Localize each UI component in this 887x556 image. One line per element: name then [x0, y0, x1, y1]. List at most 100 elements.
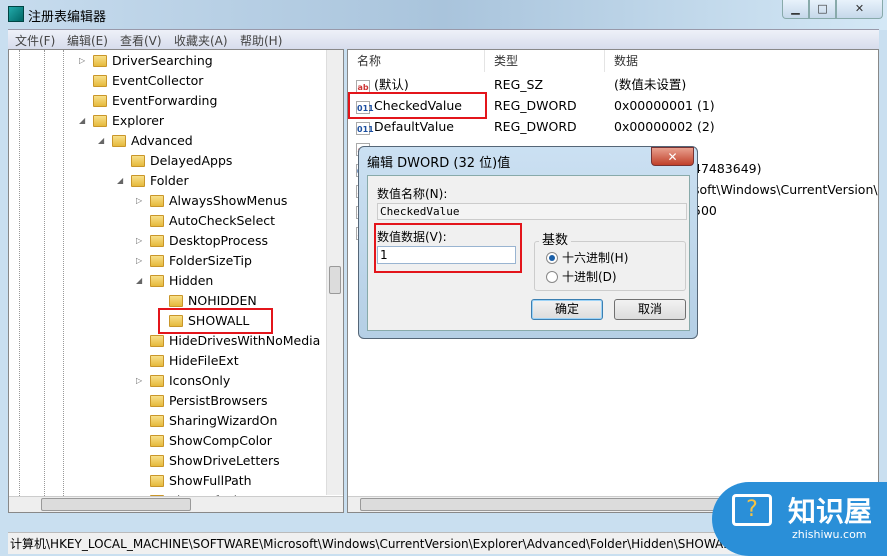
column-header-type[interactable]: 类型 [485, 50, 605, 72]
radio-hex[interactable]: 十六进制(H) [546, 249, 628, 266]
ok-button[interactable]: 确定 [531, 299, 603, 320]
minimize-button[interactable]: ▁ [782, 0, 809, 19]
folder-icon [150, 395, 164, 407]
tree-item[interactable]: ◢ Advanced [98, 131, 193, 151]
collapse-arrow-icon[interactable]: ◢ [79, 111, 85, 131]
folder-icon [150, 235, 164, 247]
folder-icon [131, 155, 145, 167]
collapse-arrow-icon[interactable]: ◢ [136, 271, 142, 291]
folder-icon [150, 455, 164, 467]
radio-hex-label: 十六进制(H) [562, 251, 629, 265]
tree-item-label: ShowDriveLetters [169, 453, 280, 468]
tree-item-label: EventForwarding [112, 93, 218, 108]
tree-item-label: Advanced [131, 133, 193, 148]
column-header-data[interactable]: 数据 [605, 50, 878, 72]
cancel-button[interactable]: 取消 [614, 299, 686, 320]
tree-item[interactable]: SharingWizardOn [150, 411, 277, 431]
folder-icon [150, 195, 164, 207]
tree-item[interactable]: EventCollector [93, 71, 203, 91]
close-button[interactable]: ✕ [836, 0, 883, 19]
tree-item[interactable]: ShowFullPath [150, 471, 252, 491]
radio-dec[interactable]: 十进制(D) [546, 268, 617, 285]
highlight-showall [158, 308, 273, 334]
collapse-arrow-icon[interactable]: ◢ [117, 171, 123, 191]
folder-icon [150, 375, 164, 387]
radio-dec-label: 十进制(D) [562, 270, 617, 284]
tree-item[interactable]: HideFileExt [150, 351, 239, 371]
tree-item-label: PersistBrowsers [169, 393, 268, 408]
tree-item[interactable]: ▷ AlwaysShowMenus [136, 191, 288, 211]
radio-dec-icon [546, 271, 558, 283]
tree-horizontal-scrollbar[interactable] [9, 496, 343, 512]
collapse-arrow-icon[interactable]: ◢ [98, 131, 104, 151]
menu-edit[interactable]: 编辑(E) [67, 32, 108, 49]
menu-file[interactable]: 文件(F) [15, 32, 55, 49]
edit-dword-dialog: 编辑 DWORD (32 位)值 ✕ 数值名称(N): CheckedValue… [358, 146, 698, 339]
tree-item-label: ShowFullPath [169, 473, 252, 488]
tree-item[interactable]: AutoCheckSelect [150, 211, 275, 231]
tree-item-label: AlwaysShowMenus [169, 193, 288, 208]
folder-icon [150, 275, 164, 287]
column-header-name[interactable]: 名称 [348, 50, 485, 72]
folder-icon [150, 415, 164, 427]
menu-favorites[interactable]: 收藏夹(A) [174, 32, 228, 49]
tree-item[interactable]: ▷ DesktopProcess [136, 231, 268, 251]
value-name: DefaultValue [374, 119, 454, 134]
tree-item[interactable]: ◢ Explorer [79, 111, 164, 131]
tree-item-label: Folder [150, 173, 189, 188]
tree-item[interactable]: ShowDriveLetters [150, 451, 280, 471]
tree-vertical-scrollbar[interactable] [326, 50, 343, 495]
dialog-title: 编辑 DWORD (32 位)值 [367, 156, 511, 171]
watermark-brand: 知识屋 [788, 495, 873, 528]
menu-bar: 文件(F) 编辑(E) 查看(V) 收藏夹(A) 帮助(H) [8, 29, 879, 49]
menu-help[interactable]: 帮助(H) [240, 32, 282, 49]
expand-arrow-icon[interactable]: ▷ [136, 371, 142, 391]
tree-item[interactable]: EventForwarding [93, 91, 217, 111]
tree-item[interactable]: DelayedApps [131, 151, 232, 171]
expand-arrow-icon[interactable]: ▷ [79, 51, 85, 71]
tree-item[interactable]: ▷ DriverSearching [79, 51, 213, 71]
base-label: 基数 [539, 229, 572, 248]
value-data: (数值未设置) [614, 77, 687, 92]
value-type: REG_SZ [494, 77, 544, 92]
value-data: soft\Windows\CurrentVersion\. [693, 182, 879, 197]
tree-item[interactable]: ▷ IconsOnly [136, 371, 231, 391]
highlight-value-data [374, 223, 522, 273]
tree-item[interactable]: HideDrivesWithNoMedia [150, 331, 320, 351]
value-row[interactable]: 011 DefaultValue REG_DWORD 0x00000002 (2) [356, 116, 876, 137]
folder-icon [93, 55, 107, 67]
dialog-close-button[interactable]: ✕ [651, 147, 694, 166]
folder-icon [93, 75, 107, 87]
tree-item-label: IconsOnly [169, 373, 231, 388]
expand-arrow-icon[interactable]: ▷ [136, 191, 142, 211]
tree-item[interactable]: PersistBrowsers [150, 391, 268, 411]
tree-item-label: ShowCompColor [169, 433, 272, 448]
tree-item[interactable]: ◢ Hidden [136, 271, 214, 291]
folder-icon [131, 175, 145, 187]
radio-hex-selected-icon [546, 252, 558, 264]
tree-item-label: AutoCheckSelect [169, 213, 276, 228]
folder-icon [150, 215, 164, 227]
maximize-button[interactable]: □ [809, 0, 836, 19]
tree-item-label: EventCollector [112, 73, 204, 88]
folder-icon [112, 135, 126, 147]
key-tree: ▷ DriverSearching EventCollector EventForwa… [8, 49, 344, 513]
tree-item-label: Hidden [169, 273, 214, 288]
folder-icon [150, 355, 164, 367]
tree-item-label: DelayedApps [150, 153, 233, 168]
value-data: 0x00000001 (1) [614, 98, 715, 113]
tree-item-label: DesktopProcess [169, 233, 268, 248]
expand-arrow-icon[interactable]: ▷ [136, 251, 142, 271]
tree-scroll-thumb[interactable] [329, 266, 341, 294]
value-data: 0x00000002 (2) [614, 119, 715, 134]
expand-arrow-icon[interactable]: ▷ [136, 231, 142, 251]
menu-view[interactable]: 查看(V) [120, 32, 162, 49]
highlight-checkedvalue [348, 92, 487, 119]
folder-icon [150, 475, 164, 487]
watermark-logo: ? 知识屋 zhishiwu.com [712, 482, 887, 556]
folder-icon [169, 295, 183, 307]
tree-item[interactable]: ▷ FolderSizeTip [136, 251, 252, 271]
dialog-body: 数值名称(N): CheckedValue 数值数据(V): 1 基数 十六进制… [367, 175, 690, 331]
tree-item[interactable]: ShowCompColor [150, 431, 272, 451]
tree-item[interactable]: ◢ Folder [117, 171, 189, 191]
